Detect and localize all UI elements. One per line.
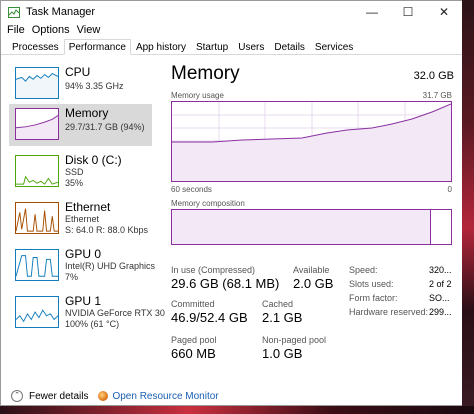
ethernet-thumbnail-graph	[15, 202, 59, 234]
non-paged-pool-value: 1.0 GB	[262, 346, 303, 361]
tab-bar: Processes Performance App history Startu…	[1, 38, 462, 55]
form-factor-label: Form factor:	[349, 293, 398, 303]
available-value: 2.0 GB	[293, 276, 334, 291]
sidebar-item-name: Disk 0 (C:)	[65, 153, 122, 167]
graph-time-right: 0	[447, 185, 452, 194]
sidebar-item-detail-2: 35%	[65, 178, 84, 188]
desktop-wallpaper-bottom	[0, 406, 474, 414]
committed-value: 46.9/52.4 GB	[171, 310, 248, 325]
tab-services[interactable]: Services	[310, 40, 358, 54]
chevron-up-icon[interactable]: ⌃	[11, 390, 23, 402]
memory-detail-panel: Memory 32.0 GB Memory usage 31.7 GB 60 s…	[159, 57, 462, 385]
memory-usage-max: 31.7 GB	[422, 91, 452, 100]
menu-options[interactable]: Options	[32, 24, 70, 36]
available-label: Available	[293, 265, 330, 275]
sidebar-item-gpu-0[interactable]: GPU 0 Intel(R) UHD Graphics 7%	[9, 245, 156, 287]
in-use-label: In use (Compressed)	[171, 265, 256, 275]
memory-in-use-segment	[172, 210, 432, 244]
in-use-value: 29.6 GB (68.1 MB)	[171, 276, 280, 291]
cached-label: Cached	[262, 299, 294, 309]
speed-value: 320...	[429, 265, 452, 275]
sidebar-item-detail-2: 7%	[65, 272, 79, 282]
title-bar: Task Manager — ☐ ✕	[1, 1, 462, 23]
sidebar-item-detail: NVIDIA GeForce RTX 30	[65, 308, 165, 318]
window-title: Task Manager	[26, 6, 96, 18]
tab-app-history[interactable]: App history	[131, 40, 191, 54]
resource-sidebar: CPU 94% 3.35 GHz Memory 29.7/31.7 GB (94…	[9, 61, 165, 381]
memory-thumbnail-graph	[15, 108, 59, 140]
close-button[interactable]: ✕	[426, 1, 462, 23]
footer-bar: ⌃ Fewer details Open Resource Monitor	[1, 385, 462, 405]
memory-composition-bar	[171, 209, 452, 245]
sidebar-item-name: GPU 1	[65, 294, 102, 308]
sidebar-item-detail: SSD	[65, 167, 84, 177]
memory-composition-label: Memory composition	[171, 199, 245, 208]
memory-usage-graph	[171, 101, 452, 182]
sidebar-item-cpu[interactable]: CPU 94% 3.35 GHz	[9, 63, 152, 105]
sidebar-item-memory[interactable]: Memory 29.7/31.7 GB (94%)	[9, 104, 152, 146]
memory-total: 32.0 GB	[413, 70, 454, 82]
sidebar-item-name: Memory	[65, 106, 109, 120]
fewer-details-link[interactable]: Fewer details	[29, 391, 88, 402]
form-factor-value: SO...	[429, 293, 450, 303]
cpu-thumbnail-graph	[15, 67, 59, 99]
task-manager-icon	[8, 6, 20, 18]
committed-label: Committed	[171, 299, 215, 309]
cached-value: 2.1 GB	[262, 310, 303, 325]
menu-view[interactable]: View	[77, 24, 101, 36]
sidebar-item-detail: Intel(R) UHD Graphics	[65, 261, 156, 271]
memory-usage-label: Memory usage	[171, 91, 224, 100]
sidebar-item-gpu-1[interactable]: GPU 1 NVIDIA GeForce RTX 30 100% (61 °C)	[9, 292, 165, 334]
sidebar-item-detail: 29.7/31.7 GB (94%)	[65, 122, 145, 132]
sidebar-item-detail: 94% 3.35 GHz	[65, 81, 124, 91]
speed-label: Speed:	[349, 265, 378, 275]
tab-performance[interactable]: Performance	[63, 39, 131, 55]
tab-details[interactable]: Details	[269, 40, 310, 54]
non-paged-pool-label: Non-paged pool	[262, 335, 327, 345]
tab-startup[interactable]: Startup	[191, 40, 233, 54]
task-manager-window: Task Manager — ☐ ✕ File Options View Pro…	[0, 0, 463, 406]
open-resource-monitor-link[interactable]: Open Resource Monitor	[112, 391, 218, 402]
hardware-reserved-label: Hardware reserved:	[349, 307, 429, 317]
tab-processes[interactable]: Processes	[7, 40, 64, 54]
sidebar-item-detail: Ethernet	[65, 214, 100, 224]
page-title: Memory	[171, 63, 240, 84]
paged-pool-value: 660 MB	[171, 346, 216, 361]
slots-used-label: Slots used:	[349, 279, 394, 289]
sidebar-item-detail-2: 100% (61 °C)	[65, 319, 120, 329]
desktop-wallpaper	[462, 0, 474, 414]
graph-time-left: 60 seconds	[171, 185, 212, 194]
tab-users[interactable]: Users	[233, 40, 269, 54]
resource-monitor-icon	[98, 391, 109, 401]
paged-pool-label: Paged pool	[171, 335, 217, 345]
hardware-reserved-value: 299...	[429, 307, 452, 317]
sidebar-item-disk[interactable]: Disk 0 (C:) SSD 35%	[9, 151, 152, 193]
sidebar-item-name: GPU 0	[65, 247, 102, 261]
sidebar-item-name: CPU	[65, 65, 91, 79]
disk-thumbnail-graph	[15, 155, 59, 187]
gpu1-thumbnail-graph	[15, 296, 59, 328]
maximize-button[interactable]: ☐	[390, 1, 426, 23]
minimize-button[interactable]: —	[354, 1, 390, 23]
menu-bar: File Options View	[1, 23, 462, 37]
sidebar-item-name: Ethernet	[65, 200, 111, 214]
sidebar-item-detail-2: S: 64.0 R: 88.0 Kbps	[65, 225, 149, 235]
slots-used-value: 2 of 2	[429, 279, 452, 289]
gpu0-thumbnail-graph	[15, 249, 59, 281]
sidebar-item-ethernet[interactable]: Ethernet Ethernet S: 64.0 R: 88.0 Kbps	[9, 198, 152, 240]
menu-file[interactable]: File	[7, 24, 25, 36]
